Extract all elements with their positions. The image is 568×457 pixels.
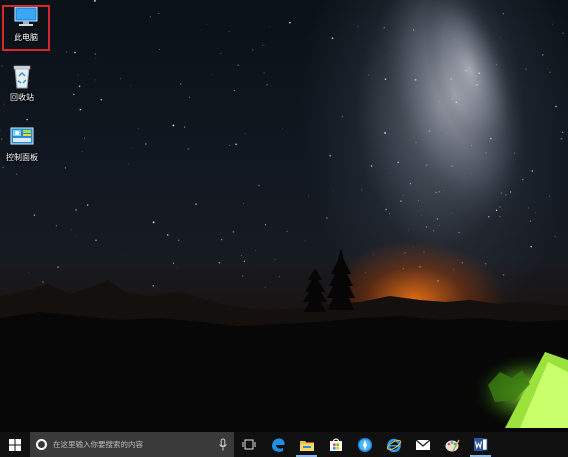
store-icon (329, 438, 342, 451)
taskbar-app-internet-explorer[interactable] (379, 432, 408, 457)
recycle-bin-icon (13, 65, 31, 89)
microphone-icon[interactable] (218, 438, 228, 452)
desktop-icon-this-pc[interactable]: 此电脑 (0, 4, 52, 51)
taskbar-app-store[interactable] (321, 432, 350, 457)
selection-highlight (2, 5, 50, 51)
taskbar-app-mail[interactable] (408, 432, 437, 457)
cortana-icon (36, 439, 47, 450)
windows-logo-icon (9, 438, 21, 451)
task-view-icon (242, 439, 255, 450)
control-panel-icon (10, 127, 34, 145)
desktop[interactable]: 此电脑 回收站 控制面板 (0, 0, 568, 432)
search-placeholder: 在这里输入你要搜索的内容 (53, 440, 143, 449)
internet-explorer-icon (386, 438, 401, 452)
taskbar-app-browser[interactable] (350, 432, 379, 457)
taskbar-search-box[interactable]: 在这里输入你要搜索的内容 (30, 432, 234, 457)
browser-icon (357, 437, 372, 452)
desktop-icon-control-panel[interactable]: 控制面板 (0, 124, 48, 163)
wallpaper-landscape (0, 248, 568, 432)
mail-icon (415, 439, 430, 450)
desktop-icon-label: 控制面板 (6, 153, 38, 162)
task-view-button[interactable] (234, 432, 263, 457)
taskbar-app-paint[interactable] (437, 432, 466, 457)
edge-icon (271, 437, 285, 452)
taskbar: 在这里输入你要搜索的内容 (0, 432, 568, 457)
desktop-icon-recycle-bin[interactable]: 回收站 (0, 64, 48, 103)
taskbar-app-file-explorer[interactable] (292, 432, 321, 457)
taskbar-app-word[interactable] (466, 432, 495, 457)
taskbar-app-edge[interactable] (263, 432, 292, 457)
paint-icon (445, 439, 460, 451)
desktop-icon-label: 回收站 (10, 93, 34, 102)
file-explorer-icon (299, 440, 314, 451)
word-icon (474, 438, 488, 451)
start-button[interactable] (0, 432, 30, 457)
